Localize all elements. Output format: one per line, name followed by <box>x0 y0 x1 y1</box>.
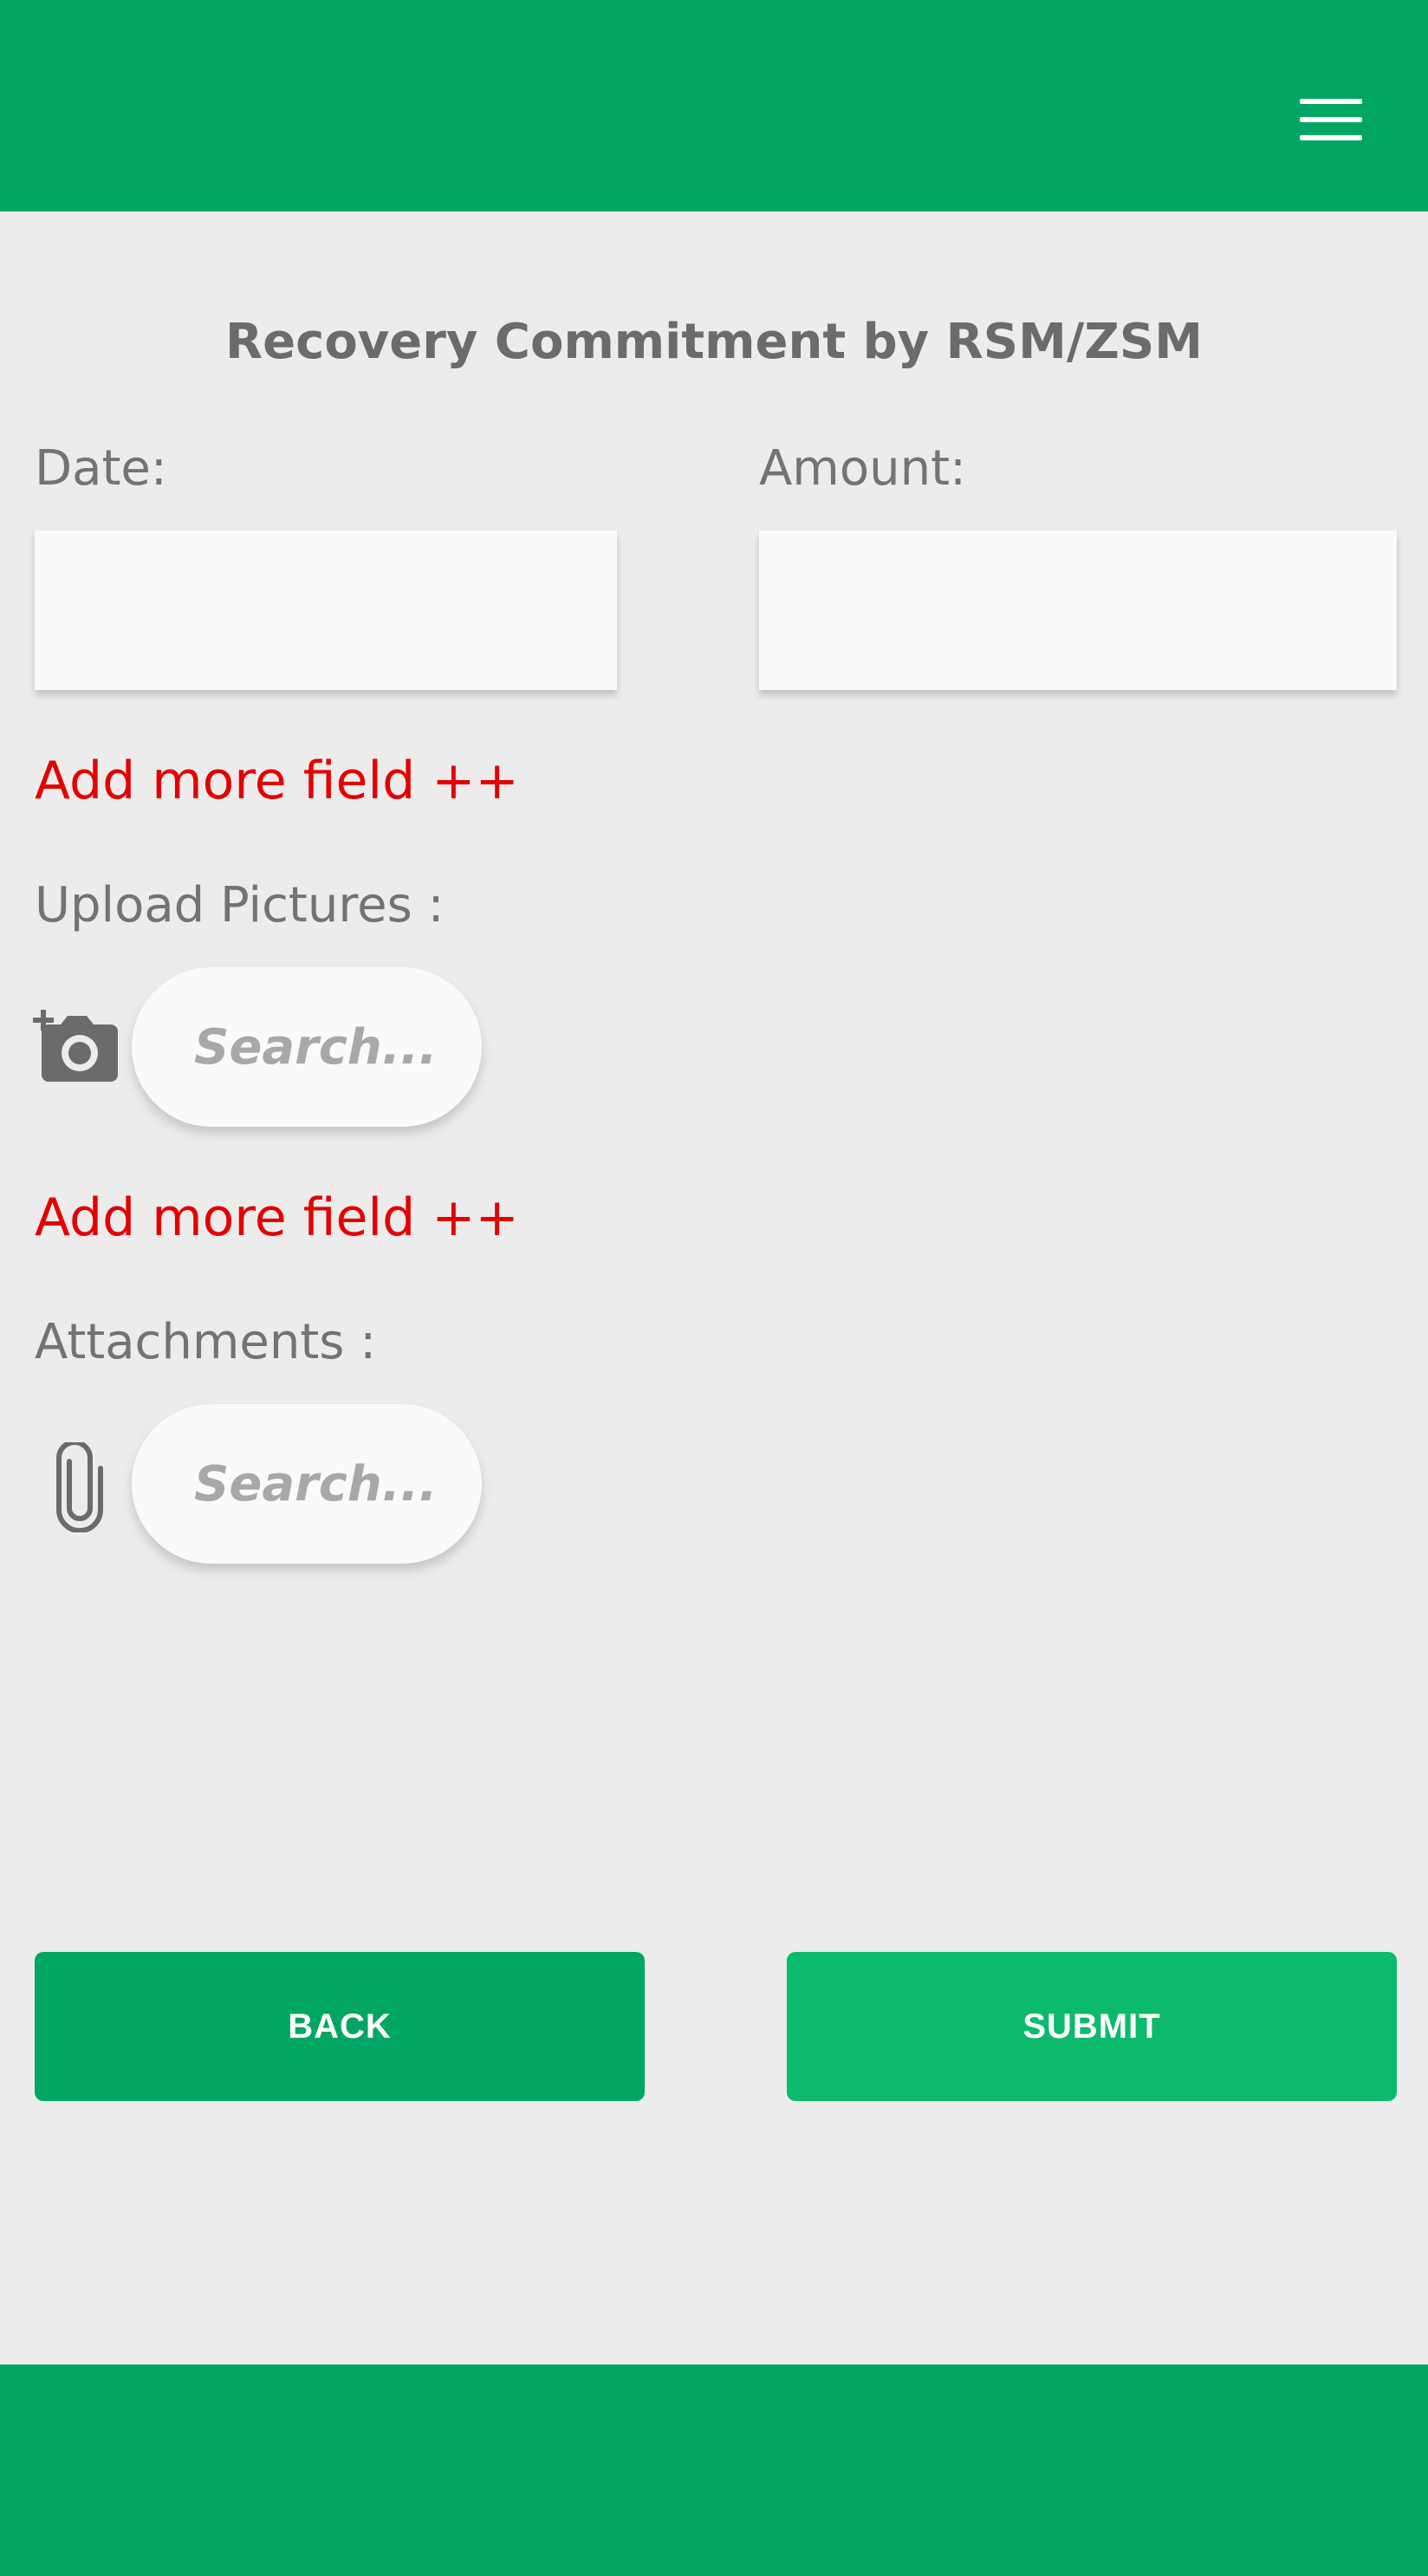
date-label: Date: <box>35 440 167 497</box>
add-more-field-link[interactable]: Add more field ++ <box>35 751 519 811</box>
page-title: Recovery Commitment by RSM/ZSM <box>225 314 1203 370</box>
upload-pictures-search-input[interactable] <box>132 967 482 1127</box>
amount-field[interactable] <box>759 530 1397 690</box>
top-app-bar <box>0 0 1428 211</box>
submit-button[interactable]: SUBMIT <box>787 1952 1397 2101</box>
amount-label: Amount: <box>759 440 966 497</box>
attachments-search-input[interactable] <box>132 1404 482 1564</box>
date-field[interactable] <box>35 530 617 690</box>
bottom-bar <box>0 2365 1428 2576</box>
back-button[interactable]: BACK <box>35 1952 645 2101</box>
attachments-label: Attachments : <box>35 1314 377 1370</box>
paperclip-icon[interactable] <box>31 1440 121 1533</box>
add-camera-icon[interactable] <box>31 1005 121 1096</box>
upload-pictures-label: Upload Pictures : <box>35 877 445 933</box>
page: Recovery Commitment by RSM/ZSM Date: Amo… <box>0 0 1428 2576</box>
hamburger-menu-icon[interactable] <box>1300 97 1362 142</box>
add-more-field-link-2[interactable]: Add more field ++ <box>35 1187 519 1248</box>
